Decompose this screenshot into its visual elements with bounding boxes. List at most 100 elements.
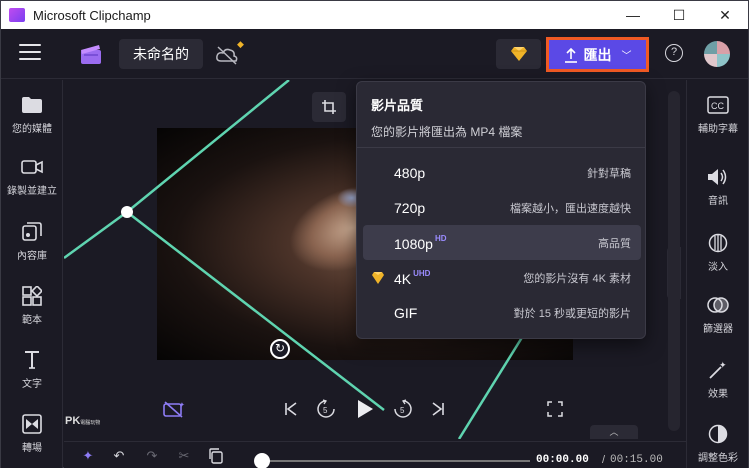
sidebar-item-audio[interactable]: 音訊 bbox=[687, 166, 749, 207]
total-duration: 00:15.00 bbox=[610, 454, 663, 466]
camera-sparkle-icon: ✦ bbox=[163, 401, 185, 418]
clipchamp-logo-icon bbox=[81, 45, 101, 64]
upload-icon bbox=[564, 47, 577, 63]
svg-text:CC: CC bbox=[711, 101, 724, 111]
magic-sparkle-icon[interactable]: ✦ bbox=[78, 447, 98, 465]
app-window: Microsoft Clipchamp — ☐ ✕ 未命名的 ◆ 匯出 ﹀ ? … bbox=[0, 0, 749, 468]
premium-button[interactable] bbox=[496, 39, 541, 69]
option-label: 1080p HD bbox=[394, 233, 447, 252]
quality-option-480p[interactable]: 480p 針對草稿 bbox=[363, 155, 641, 190]
uhd-badge: UHD bbox=[413, 268, 431, 278]
editor-top-bar: 未命名的 ◆ 匯出 ﹀ ? bbox=[1, 29, 748, 79]
play-button[interactable] bbox=[353, 397, 377, 421]
cloud-off-icon[interactable] bbox=[215, 45, 239, 65]
captions-icon: CC bbox=[707, 96, 729, 114]
option-description: 對於 15 秒或更短的影片 bbox=[513, 307, 631, 320]
svg-text:✦: ✦ bbox=[719, 360, 727, 370]
rewind-5-icon: 5 bbox=[317, 399, 335, 418]
library-icon bbox=[22, 222, 42, 241]
sidebar-item-label: 您的媒體 bbox=[12, 124, 52, 135]
redo-icon[interactable]: ↷ bbox=[142, 447, 162, 465]
undo-icon[interactable]: ↶ bbox=[109, 447, 129, 465]
chevron-up-icon: ︿ bbox=[609, 427, 619, 437]
maximize-button[interactable]: ☐ bbox=[656, 1, 702, 29]
quality-option-720p[interactable]: 720p 檔案越小，匯出速度越快 bbox=[363, 190, 641, 225]
sidebar-item-transitions[interactable]: 轉場 bbox=[1, 413, 63, 454]
sidebar-item-templates[interactable]: 範本 bbox=[1, 285, 63, 326]
sidebar-item-content-library[interactable]: 內容庫 bbox=[1, 221, 63, 262]
audio-icon bbox=[708, 169, 727, 185]
option-description: 高品質 bbox=[598, 237, 631, 250]
fullscreen-button[interactable] bbox=[543, 397, 567, 421]
export-quality-menu: 影片品質 您的影片將匯出為 MP4 檔案 480p 針對草稿 720p 檔案越小… bbox=[356, 81, 646, 339]
sidebar-item-record-create[interactable]: 錄製並建立 bbox=[1, 156, 63, 197]
clipchamp-app-icon bbox=[9, 8, 25, 22]
option-label: 720p bbox=[394, 199, 426, 216]
window-title: Microsoft Clipchamp bbox=[33, 7, 151, 23]
fade-icon bbox=[708, 233, 728, 253]
option-description: 檔案越小，匯出速度越快 bbox=[510, 202, 631, 215]
filters-icon bbox=[707, 297, 729, 313]
quality-option-1080p[interactable]: 1080p HD 高品質 bbox=[363, 225, 641, 260]
sidebar-item-fade[interactable]: 淡入 bbox=[687, 232, 749, 273]
export-button[interactable]: 匯出 ﹀ bbox=[546, 37, 649, 72]
sidebar-item-adjust-colors[interactable]: 調整色彩 bbox=[687, 423, 749, 464]
sidebar-item-label: 效果 bbox=[708, 389, 728, 400]
menu-header: 影片品質 您的影片將匯出為 MP4 檔案 bbox=[357, 82, 645, 148]
properties-scrollbar[interactable] bbox=[668, 91, 680, 431]
avatar[interactable] bbox=[704, 41, 730, 67]
fullscreen-icon bbox=[547, 401, 563, 417]
menu-subtitle: 您的影片將匯出為 MP4 檔案 bbox=[371, 125, 523, 139]
skip-to-start-button[interactable] bbox=[279, 397, 303, 421]
forward-5s-button[interactable]: 5 bbox=[391, 397, 415, 421]
color-icon bbox=[708, 424, 728, 444]
premium-badge-icon: ◆ bbox=[237, 39, 244, 49]
templates-icon bbox=[22, 286, 42, 306]
current-time: 00:00.00 bbox=[536, 454, 589, 466]
sidebar-item-your-media[interactable]: 您的媒體 bbox=[1, 94, 63, 135]
svg-text:✦: ✦ bbox=[179, 401, 185, 409]
sidebar-item-label: 內容庫 bbox=[17, 251, 47, 262]
window-controls: — ☐ ✕ bbox=[610, 1, 748, 29]
sidebar-item-label: 音訊 bbox=[708, 196, 728, 207]
sidebar-item-filters[interactable]: 篩選器 bbox=[687, 294, 749, 335]
expand-timeline-button[interactable]: ︿ bbox=[590, 425, 638, 439]
sidebar-item-label: 轉場 bbox=[22, 443, 42, 454]
camera-icon bbox=[21, 160, 43, 174]
watermark-logo: PK電腦玩物 bbox=[65, 415, 101, 427]
minimize-button[interactable]: — bbox=[610, 1, 656, 29]
sidebar-item-effects[interactable]: ✦ 效果 bbox=[687, 359, 749, 400]
skip-forward-icon bbox=[432, 402, 444, 416]
sidebar-item-label: 錄製並建立 bbox=[7, 186, 57, 197]
quality-option-4k[interactable]: 4K UHD 您的影片沒有 4K 素材 bbox=[363, 260, 641, 295]
close-button[interactable]: ✕ bbox=[702, 1, 748, 29]
sidebar-item-captions[interactable]: CC 輔助字幕 bbox=[687, 94, 749, 135]
sidebar-item-label: 文字 bbox=[22, 379, 42, 390]
quality-option-gif[interactable]: GIF 對於 15 秒或更短的影片 bbox=[363, 295, 641, 330]
option-description: 針對草稿 bbox=[587, 167, 631, 180]
resize-handle[interactable] bbox=[121, 206, 133, 218]
rewind-5s-button[interactable]: 5 bbox=[314, 397, 338, 421]
option-description: 您的影片沒有 4K 素材 bbox=[523, 272, 631, 285]
help-button[interactable]: ? bbox=[665, 44, 683, 62]
time-separator: / bbox=[602, 454, 606, 466]
split-scissors-icon[interactable]: ✂ bbox=[174, 447, 194, 465]
play-icon bbox=[358, 400, 373, 418]
premium-diamond-icon bbox=[372, 272, 384, 284]
skip-to-end-button[interactable] bbox=[426, 397, 450, 421]
project-name-field[interactable]: 未命名的 bbox=[119, 39, 203, 69]
timeline-toolbar: ✦ ↶ ↷ ✂ 00:00.00 / 00:15.00 bbox=[64, 441, 686, 468]
hd-badge: HD bbox=[434, 233, 447, 243]
playback-controls: ✦ 5 5 bbox=[64, 393, 664, 425]
timeline-scrubber-track[interactable] bbox=[260, 460, 530, 462]
copy-icon bbox=[209, 448, 223, 464]
sidebar-item-text[interactable]: 文字 bbox=[1, 349, 63, 390]
rotate-handle-icon[interactable]: ↻ bbox=[270, 339, 290, 359]
transitions-icon bbox=[22, 414, 42, 434]
magic-camera-button[interactable]: ✦ bbox=[162, 397, 186, 421]
menu-icon[interactable] bbox=[19, 44, 41, 62]
duplicate-icon[interactable] bbox=[206, 447, 226, 465]
option-label: GIF bbox=[394, 304, 418, 321]
playhead-knob[interactable] bbox=[254, 453, 270, 468]
svg-text:5: 5 bbox=[400, 406, 405, 415]
